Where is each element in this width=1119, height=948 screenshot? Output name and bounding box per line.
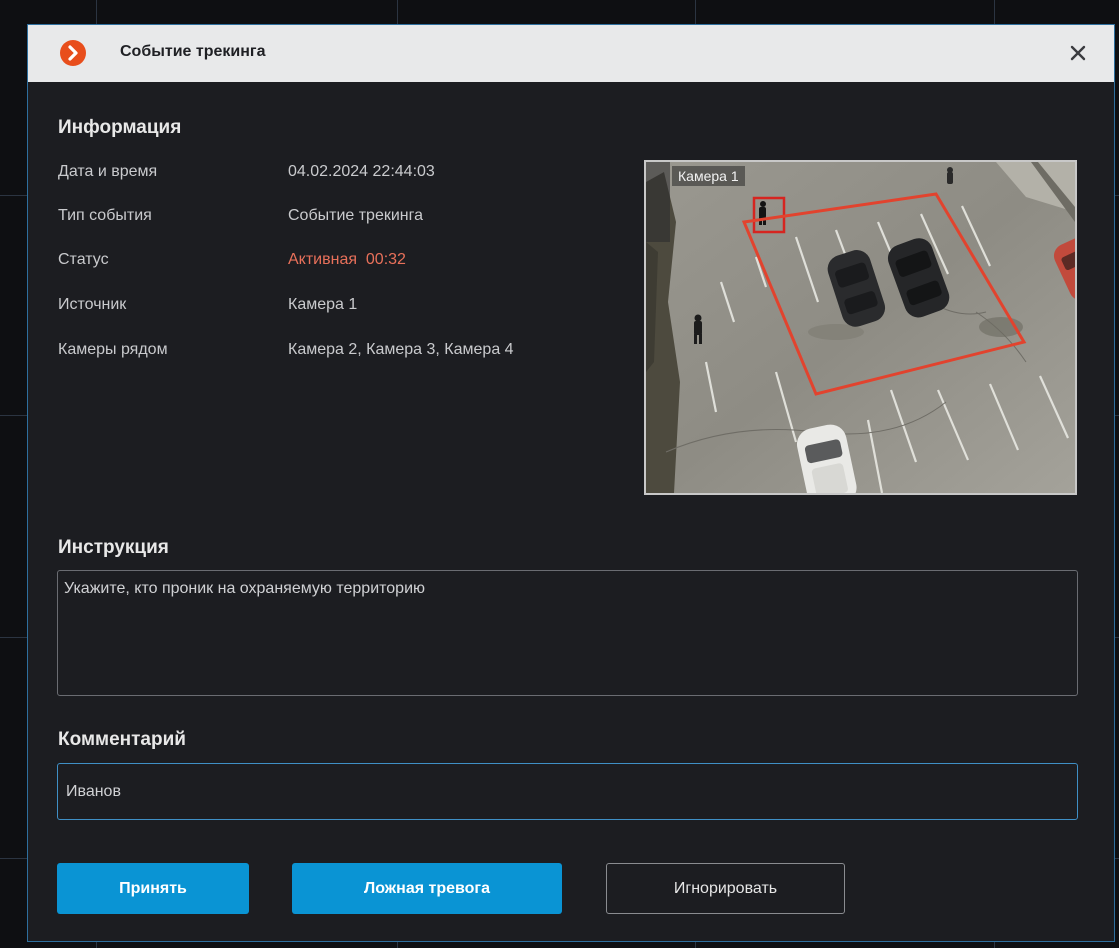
comment-heading: Комментарий <box>58 729 186 750</box>
instruction-heading: Инструкция <box>58 537 169 558</box>
status-value: Активная 00:32 <box>288 251 406 268</box>
camera-label: Камера 1 <box>672 166 745 186</box>
info-heading: Информация <box>58 117 182 138</box>
false-alarm-button[interactable]: Ложная тревога <box>292 863 562 914</box>
dialog-title: Событие трекинга <box>120 43 266 60</box>
source-value: Камера 1 <box>288 296 358 313</box>
date-time-label: Дата и время <box>58 163 158 180</box>
close-icon[interactable] <box>1066 41 1090 65</box>
parking-lot-image <box>646 162 1075 493</box>
chevron-right-icon <box>60 40 86 66</box>
comment-input[interactable] <box>57 763 1078 820</box>
instruction-text: Укажите, кто проник на охраняемую террит… <box>57 570 1078 696</box>
accept-button[interactable]: Принять <box>57 863 249 914</box>
event-type-value: Событие трекинга <box>288 207 424 224</box>
source-label: Источник <box>58 296 127 313</box>
camera-preview[interactable]: Камера 1 <box>644 160 1077 495</box>
nearby-cameras-value: Камера 2, Камера 3, Камера 4 <box>288 341 514 358</box>
ignore-button[interactable]: Игнорировать <box>606 863 845 914</box>
date-time-value: 04.02.2024 22:44:03 <box>288 163 435 180</box>
event-type-label: Тип события <box>58 207 152 224</box>
dialog-titlebar: Событие трекинга <box>28 25 1114 82</box>
status-label: Статус <box>58 251 109 268</box>
tracking-event-dialog: Событие трекинга Информация Дата и время… <box>27 24 1115 942</box>
nearby-cameras-label: Камеры рядом <box>58 341 168 358</box>
